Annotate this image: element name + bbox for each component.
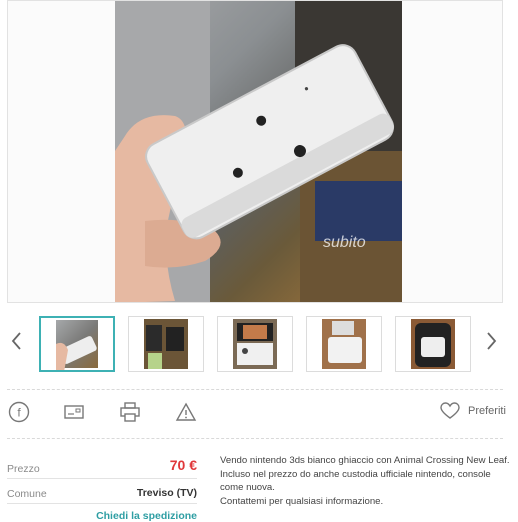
thumbnail-image [56, 320, 98, 370]
description-text: Vendo nintendo 3ds bianco ghiaccio con A… [220, 455, 510, 493]
message-button[interactable] [63, 401, 87, 425]
listing-photo-art: subito [115, 1, 402, 302]
thumbnail-image [144, 319, 188, 369]
favorite-label: Preferiti [468, 405, 506, 417]
divider-top [7, 389, 503, 390]
description-contact: Contattemi per qualsiasi informazione. [220, 495, 384, 507]
price-row: Prezzo 70 € [7, 456, 197, 479]
thumbnail-image [322, 319, 366, 369]
divider-middle [7, 438, 503, 439]
town-value: Treviso (TV) [136, 487, 197, 499]
thumbnail-console-art [56, 336, 97, 370]
thumbnail-image [233, 319, 277, 369]
thumbnail-case-art [415, 323, 451, 367]
heart-icon [440, 402, 460, 419]
favorite-button[interactable]: Preferiti [440, 402, 506, 420]
thumbnail-2[interactable] [128, 316, 204, 372]
report-button[interactable] [175, 401, 199, 425]
print-button[interactable] [119, 401, 143, 425]
listing-image[interactable]: subito [115, 1, 402, 302]
price-label: Prezzo [7, 463, 40, 475]
svg-text:f: f [17, 406, 21, 420]
thumbnail-closed-art [328, 321, 362, 363]
facebook-icon: f [8, 401, 30, 423]
thumbnail-box-art [146, 325, 184, 369]
thumbnail-3[interactable] [217, 316, 293, 372]
ask-shipping-link[interactable]: Chiedi la spedizione [7, 510, 197, 522]
thumbnail-screen-art [237, 323, 273, 365]
price-value: 70 € [169, 457, 197, 473]
warning-icon [175, 402, 197, 421]
town-label: Comune [7, 488, 47, 500]
main-photo[interactable]: subito [7, 0, 503, 303]
thumbnail-1[interactable] [39, 316, 115, 372]
print-icon [120, 402, 140, 422]
thumbnail-image [411, 319, 455, 369]
thumbnail-4[interactable] [306, 316, 382, 372]
facebook-share-button[interactable]: f [8, 401, 32, 425]
message-icon [64, 405, 84, 419]
thumbnail-5[interactable] [395, 316, 471, 372]
thumbnail-strip [0, 316, 518, 374]
watermark-text: subito [323, 234, 366, 251]
town-row: Comune Treviso (TV) [7, 481, 197, 504]
listing-description: Vendo nintendo 3ds bianco ghiaccio con A… [220, 454, 510, 508]
